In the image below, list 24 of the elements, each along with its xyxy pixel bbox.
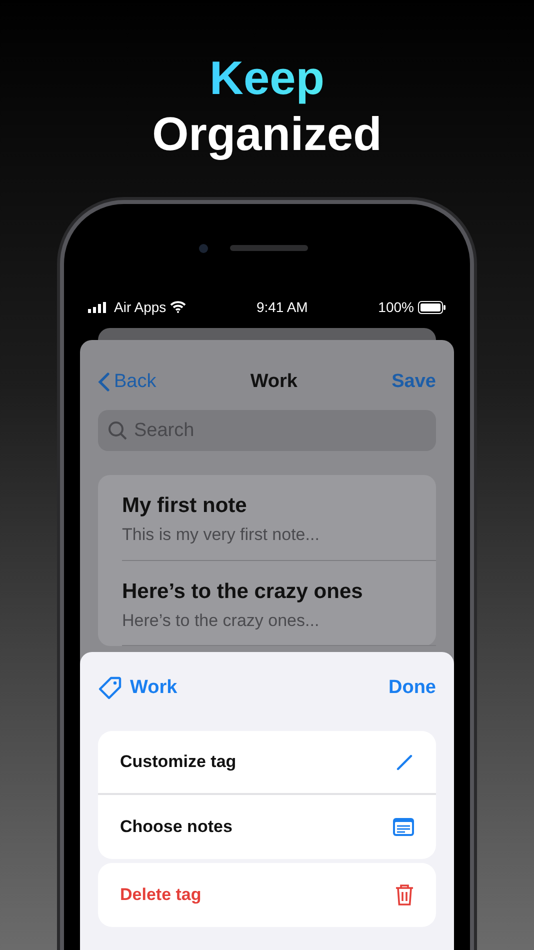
tag-icon: [98, 676, 122, 700]
camera-icon: [198, 244, 208, 252]
pencil-icon: [396, 752, 414, 770]
nav-title: Work: [250, 370, 298, 394]
menu-item[interactable]: Choose notes: [98, 794, 436, 858]
signal-icon: [88, 302, 106, 312]
tag-name: Work: [130, 676, 178, 700]
carrier-name: Air Apps: [114, 298, 166, 317]
menu-item[interactable]: Customize tag: [98, 730, 436, 794]
note-title[interactable]: Here’s to the crazy ones: [122, 578, 436, 604]
note-title[interactable]: My first note: [122, 493, 436, 519]
battery-percent: 100%: [378, 298, 414, 316]
trash-icon: [395, 884, 414, 906]
wifi-icon: [170, 301, 186, 313]
note-preview: Here’s to the crazy ones...: [122, 610, 320, 632]
delete-button[interactable]: Delete tag: [98, 862, 436, 926]
done-button[interactable]: Done: [388, 674, 436, 702]
battery-icon: [418, 300, 446, 314]
speaker-icon: [230, 245, 308, 251]
headline-text: Organized: [152, 106, 382, 162]
note-preview: This is my very first note...: [122, 524, 320, 546]
document-icon: [393, 818, 414, 836]
status-time: 9:41 AM: [256, 298, 308, 316]
chevron-left-icon: [98, 372, 110, 392]
